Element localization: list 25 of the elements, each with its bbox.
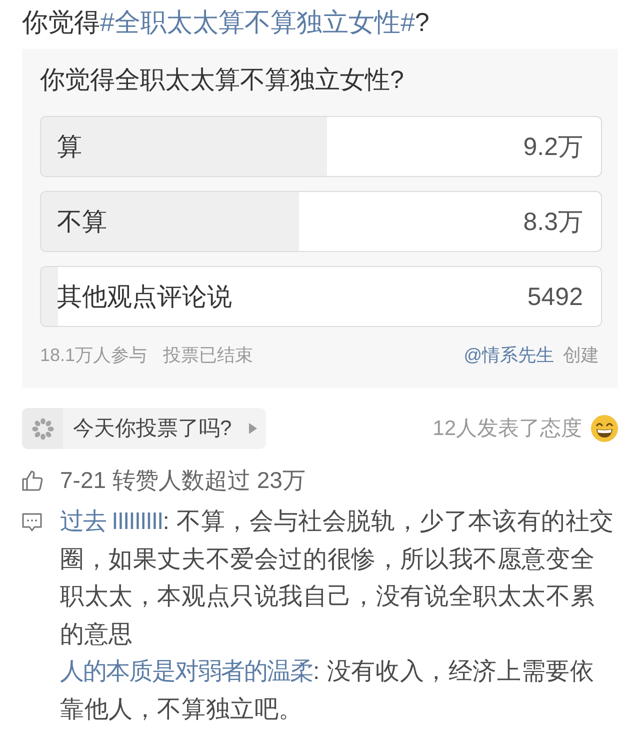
caret-icon [248,423,257,434]
vote-count: 8.3万 [523,206,583,238]
comment-text: 过去 IIIIIIIII: 不算，会与社会脱轨，少了本该有的社交圈，如果丈夫不爱会过的很惨，所以我不愿意变全职太太，本观点只说我自己，没有说全职太太不累的意思 [60,507,616,650]
participants-count: 18.1万人参与 [40,344,148,367]
creator-action: 创建 [563,344,599,367]
hashtag-link[interactable]: #全职太太算不算独立女性# [100,7,415,37]
comment-text: 人的本质是对弱者的温柔: 没有收入，经济上需要依靠他人，不算独立吧。 [60,657,596,725]
creator-link[interactable]: @情系先生 [464,341,554,369]
thumbs-up-icon[interactable] [22,470,43,490]
dot-flower-icon [32,418,54,440]
grinning-face-icon [591,415,618,442]
option-label: 其他观点评论说 [57,282,232,312]
comment-icon[interactable] [22,513,42,532]
comment-author-link[interactable]: 人的本质是对弱者的温柔 [60,658,313,686]
attitudes-count[interactable]: 12人发表了态度 [432,414,582,442]
vote-prompt-button[interactable]: 今天你投票了吗? [22,408,266,449]
vote-count: 5492 [527,282,583,312]
poll-status: 投票已结束 [163,344,254,367]
vote-count: 9.2万 [523,132,583,162]
poll-question: 你觉得全职太太算不算独立女性? [40,65,404,96]
option-label: 不算 [57,206,107,238]
repost-note: 7-21 转赞人数超过 23万 [60,466,306,495]
post-title: 你觉得#全职太太算不算独立女性#? [22,6,430,39]
comment-author-link[interactable]: 过去 IIIIIIIII [60,508,163,535]
option-label: 算 [57,132,82,162]
